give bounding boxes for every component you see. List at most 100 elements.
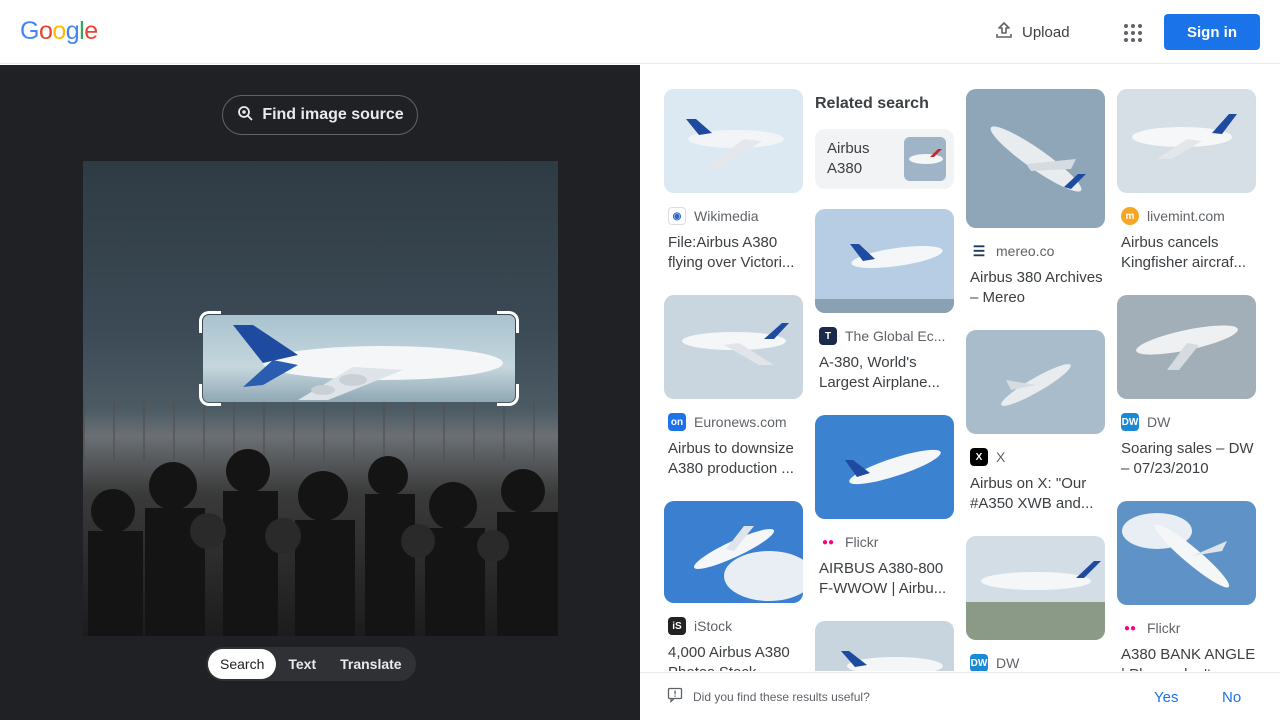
result-thumbnail [1117,89,1256,193]
result-source: ●● Flickr [815,533,954,551]
result-title[interactable]: Airbus cancels Kingfisher aircraf... [1117,233,1256,273]
related-chip-label: Airbus A380 [827,140,870,177]
image-viewer-pane: Find image source Search Text Translate [0,65,640,720]
find-image-source-button[interactable]: Find image source [222,95,418,135]
result-card[interactable]: DW DW Soaring sales – DW – 07/23/2010 [1117,295,1256,479]
result-title[interactable]: A-380, World's Largest Airplane... [815,353,954,393]
lens-search-icon [236,104,254,127]
crop-selection[interactable] [199,311,519,406]
result-thumbnail [1117,501,1256,605]
crowd-silhouette [88,449,558,636]
result-card[interactable]: ☰ mereo.co Airbus 380 Archives – Mereo [966,89,1105,308]
related-chip-thumbnail [904,137,946,181]
x-icon: X [970,448,988,466]
result-title[interactable]: AIRBUS A380-800 F-WWOW | Airbu... [815,559,954,599]
result-title[interactable]: Airbus 380 Archives – Mereo [966,268,1105,308]
sign-in-button[interactable]: Sign in [1164,14,1260,50]
result-source: ☰ mereo.co [966,242,1105,260]
source-name: iStock [694,618,733,634]
source-image[interactable] [83,161,558,636]
result-source: iS iStock [664,617,803,635]
result-source: m livemint.com [1117,207,1256,225]
mode-tab-bar: Search Text Translate [206,647,416,681]
tab-translate[interactable]: Translate [328,649,413,679]
crop-handle-top-right[interactable] [497,311,519,333]
result-title[interactable]: 4,000 Airbus A380 Photos Stock... [664,643,803,671]
result-title[interactable]: Airbus on X: "Our #A350 XWB and... [966,474,1105,514]
result-source: DW DW [966,654,1105,671]
tab-text[interactable]: Text [276,649,328,679]
results-column-1: ◉ Wikimedia File:Airbus A380 flying over… [664,89,803,671]
feedback-icon [667,687,683,706]
result-card[interactable] [815,621,954,671]
flickr-icon: ●● [819,533,837,551]
result-title[interactable]: A380 BANK ANGLE | Please don't use... [1117,645,1256,671]
related-search-chip[interactable]: Airbus A380 [815,129,954,189]
result-thumbnail [664,89,803,193]
result-card[interactable]: iS iStock 4,000 Airbus A380 Photos Stock… [664,501,803,671]
source-name: The Global Ec... [845,328,946,344]
livemint-icon: m [1121,207,1139,225]
upload-label: Upload [1022,23,1070,41]
mereo-icon: ☰ [970,242,988,260]
source-name: Euronews.com [694,414,787,430]
result-source: ◉ Wikimedia [664,207,803,225]
feedback-yes-button[interactable]: Yes [1154,689,1178,706]
source-name: mereo.co [996,243,1055,259]
results-column-4: m livemint.com Airbus cancels Kingfisher… [1117,89,1256,671]
result-card[interactable]: m livemint.com Airbus cancels Kingfisher… [1117,89,1256,273]
result-thumbnail [966,330,1105,434]
related-search-heading: Related search [815,95,929,112]
result-source: ●● Flickr [1117,619,1256,637]
result-thumbnail [815,621,954,671]
apps-grid-icon[interactable] [1117,17,1147,47]
dw-icon: DW [970,654,988,671]
source-name: DW [1147,414,1171,430]
result-title[interactable]: Airbus to downsize A380 production ... [664,439,803,479]
result-card[interactable]: ◉ Wikimedia File:Airbus A380 flying over… [664,89,803,273]
result-source: on Euronews.com [664,413,803,431]
source-name: Wikimedia [694,208,759,224]
find-source-label: Find image source [262,106,404,123]
result-thumbnail [966,89,1105,228]
top-header: Google Upload Sign in [0,0,1280,64]
result-card[interactable]: ●● Flickr A380 BANK ANGLE | Please don't… [1117,501,1256,671]
flickr-icon: ●● [1121,619,1139,637]
crop-handle-bottom-right[interactable] [497,384,519,406]
result-card[interactable]: T The Global Ec... A-380, World's Larges… [815,209,954,393]
cropped-airplane-image [203,315,515,402]
source-name: DW [996,655,1020,671]
result-title[interactable]: File:Airbus A380 flying over Victori... [664,233,803,273]
feedback-no-button[interactable]: No [1222,689,1241,706]
result-card[interactable]: DW DW [966,536,1105,671]
upload-button[interactable]: Upload [984,16,1080,48]
google-logo[interactable]: Google [20,17,98,46]
result-card[interactable]: ●● Flickr AIRBUS A380-800 F-WWOW | Airbu… [815,415,954,599]
dw-icon: DW [1121,413,1139,431]
results-column-3: ☰ mereo.co Airbus 380 Archives – Mereo X… [966,89,1105,671]
result-title[interactable]: Soaring sales – DW – 07/23/2010 [1117,439,1256,479]
feedback-question: Did you find these results useful? [693,689,870,704]
crop-handle-top-left[interactable] [199,311,221,333]
source-name: livemint.com [1147,208,1225,224]
tab-search[interactable]: Search [208,649,277,679]
globe-icon: T [819,327,837,345]
results-column-2: Related search Airbus A380 T The Global … [815,89,954,671]
wikimedia-icon: ◉ [668,207,686,225]
result-source: DW DW [1117,413,1256,431]
result-thumbnail [815,415,954,519]
result-card[interactable]: on Euronews.com Airbus to downsize A380 … [664,295,803,479]
result-thumbnail [1117,295,1256,399]
results-pane: ◉ Wikimedia File:Airbus A380 flying over… [640,65,1280,671]
result-card[interactable]: X X Airbus on X: "Our #A350 XWB and... [966,330,1105,514]
result-thumbnail [966,536,1105,640]
result-source: X X [966,448,1105,466]
istock-icon: iS [668,617,686,635]
euronews-icon: on [668,413,686,431]
source-name: Flickr [1147,620,1181,636]
upload-icon [994,20,1014,44]
result-thumbnail [815,209,954,313]
source-name: X [996,449,1006,465]
crop-handle-bottom-left[interactable] [199,384,221,406]
feedback-bar: Did you find these results useful? Yes N… [640,672,1280,720]
